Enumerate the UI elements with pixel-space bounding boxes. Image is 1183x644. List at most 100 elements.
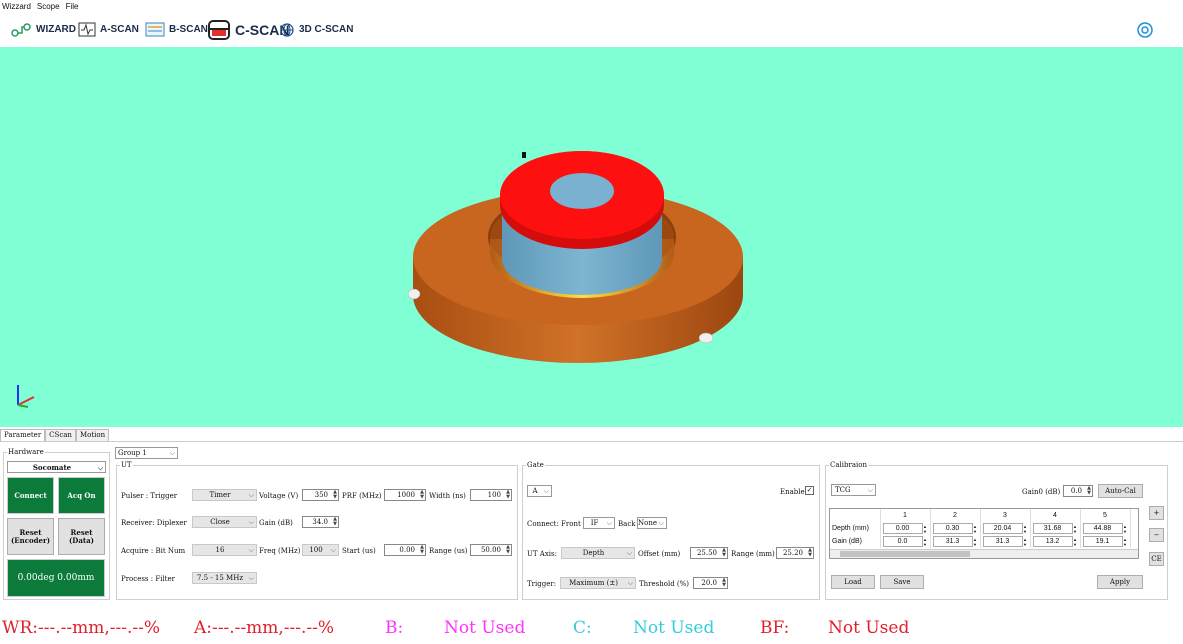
spin-arrows-icon: ▲ ▼ [333, 489, 337, 500]
tab-parameter[interactable]: Parameter [0, 429, 46, 441]
3d-viewport[interactable] [0, 47, 1183, 427]
table-header: 5 [1080, 509, 1131, 522]
front-select[interactable]: IF ⌵ [583, 517, 615, 529]
gain-cell[interactable]: 31.3 [982, 536, 1030, 547]
width-value: 100 [487, 491, 501, 499]
add-row-button[interactable]: + [1149, 506, 1164, 520]
chevron-down-icon: ⌵ [627, 579, 633, 587]
table-row: Depth (mm) 0.00 0.30 20.04 31.68 44.88 [830, 522, 1131, 535]
offset-label: Offset (mm) [638, 550, 681, 558]
reset-encoder-button[interactable]: Reset (Encoder) [7, 518, 54, 555]
acq-on-button[interactable]: Acq On [58, 477, 105, 514]
toolbar: WIZARD A-SCAN B-SCAN C-SCAN 3D C-SCAN [0, 12, 1183, 47]
offset-input[interactable]: 25.50 ▲ ▼ [690, 547, 728, 559]
diplexer-select[interactable]: Close ⌵ [192, 516, 257, 528]
threshold-input[interactable]: 20.0 ▲ ▼ [693, 577, 728, 589]
tab-motion[interactable]: Motion [75, 429, 110, 441]
ut-legend: UT [121, 461, 132, 469]
depth-cell[interactable]: 20.04 [982, 523, 1030, 534]
gate-trigger-label: Trigger: [527, 580, 557, 588]
chevron-down-icon: ⌵ [248, 574, 254, 582]
gate-select[interactable]: A ⌵ [527, 485, 552, 497]
enable-checkbox[interactable]: ✓ [805, 486, 814, 495]
threshold-value: 20.0 [701, 579, 717, 587]
clear-button[interactable]: CE [1149, 552, 1164, 566]
calibration-mode-value: TCG [835, 486, 851, 494]
power-button[interactable] [1136, 21, 1154, 43]
gate-bf-value: Not Used [828, 618, 910, 638]
save-button[interactable]: Save [880, 575, 924, 589]
front-value: IF [590, 519, 599, 527]
freq-select[interactable]: 100 ⌵ [302, 544, 339, 556]
back-select[interactable]: None ⌵ [637, 517, 667, 529]
width-input[interactable]: 100 ▲ ▼ [470, 489, 512, 501]
width-label: Width (ns) [429, 492, 466, 500]
filter-select[interactable]: 7.5 - 15 MHz ⌵ [192, 572, 257, 584]
prf-label: PRF (MHz) [342, 492, 382, 500]
depth-cell[interactable]: 44.88 [1082, 523, 1130, 534]
ut-axis-select[interactable]: Depth ⌵ [561, 547, 635, 559]
auto-cal-button[interactable]: Auto-Cal [1098, 484, 1143, 498]
trigger-select[interactable]: Timer ⌵ [192, 489, 257, 501]
spin-arrows-icon: ▲ ▼ [506, 489, 510, 500]
device-select[interactable]: Socomate ⌵ [7, 461, 106, 473]
gain-input[interactable]: 34.0 ▲ ▼ [302, 516, 339, 528]
connect-button[interactable]: Connect [7, 477, 54, 514]
group-select[interactable]: Group 1 ⌵ [115, 447, 178, 459]
voltage-input[interactable]: 350 ▲ ▼ [302, 489, 339, 501]
range-input[interactable]: 50.00 ▲ ▼ [470, 544, 512, 556]
gate-legend: Gate [527, 461, 544, 469]
start-value: 0.00 [399, 546, 415, 554]
connect-front-label: Connect: Front [527, 520, 581, 528]
start-input[interactable]: 0.00 ▲ ▼ [384, 544, 426, 556]
wizard-button[interactable]: WIZARD [10, 12, 76, 47]
menu-scope[interactable]: Scope [35, 2, 64, 11]
gate-range-input[interactable]: 25.20 ▲ ▼ [776, 547, 814, 559]
ascan-button[interactable]: A-SCAN [78, 12, 139, 47]
tab-cscan[interactable]: CScan [45, 429, 76, 441]
table-header-blank [830, 509, 881, 522]
depth-cell[interactable]: 0.00 [882, 523, 930, 534]
offset-value: 25.50 [696, 549, 717, 557]
gain-cell[interactable]: 0.0 [882, 536, 930, 547]
globe-icon [280, 22, 294, 37]
back-label: Back [618, 520, 636, 528]
gate-c-label: C: [573, 618, 592, 638]
status-bar: WR:---.--mm,---.--% A:---.--mm,---.--% B… [0, 612, 1183, 644]
chevron-down-icon: ⌵ [606, 519, 612, 527]
table-scrollbar[interactable] [830, 549, 1138, 558]
freq-label: Freq (MHz) [259, 547, 301, 555]
gate-bf-label: BF: [760, 618, 790, 638]
prf-value: 1000 [397, 491, 415, 499]
calibration-mode-select[interactable]: TCG ⌵ [831, 484, 876, 496]
gate-b-label: B: [385, 618, 404, 638]
menu-wizzard[interactable]: Wizzard [0, 2, 35, 11]
gain-value: 34.0 [312, 518, 328, 526]
gain-cell[interactable]: 13.2 [1032, 536, 1080, 547]
gain-cell[interactable]: 31.3 [932, 536, 980, 547]
scrollbar-thumb[interactable] [840, 551, 970, 557]
menu-file[interactable]: File [64, 2, 83, 11]
freq-value: 100 [309, 546, 323, 554]
table-header: 1 [880, 509, 931, 522]
reset-data-button[interactable]: Reset (Data) [58, 518, 105, 555]
acquire-label: Acquire : Bit Num [121, 547, 186, 555]
apply-button[interactable]: Apply [1097, 575, 1143, 589]
cscan3d-button[interactable]: 3D C-SCAN [279, 12, 353, 47]
gate-trigger-select[interactable]: Maximum (±) ⌵ [560, 577, 636, 589]
prf-input[interactable]: 1000 ▲ ▼ [384, 489, 426, 501]
depth-cell[interactable]: 0.30 [932, 523, 980, 534]
hardware-legend: Hardware [8, 448, 44, 456]
ut-axis-label: UT Axis: [527, 550, 557, 558]
gain0-input[interactable]: 0.0 ▲ ▼ [1063, 485, 1093, 497]
depth-cell[interactable]: 31.68 [1032, 523, 1080, 534]
spin-arrows-icon: ▲ ▼ [420, 489, 424, 500]
ascan-icon [78, 22, 96, 37]
cscan-button[interactable]: C-SCAN [207, 12, 289, 47]
load-button[interactable]: Load [831, 575, 875, 589]
bitnum-select[interactable]: 16 ⌵ [192, 544, 257, 556]
ascan-label: A-SCAN [100, 24, 139, 35]
remove-row-button[interactable]: − [1149, 528, 1164, 542]
bscan-button[interactable]: B-SCAN [145, 12, 208, 47]
gain-cell[interactable]: 19.1 [1082, 536, 1130, 547]
